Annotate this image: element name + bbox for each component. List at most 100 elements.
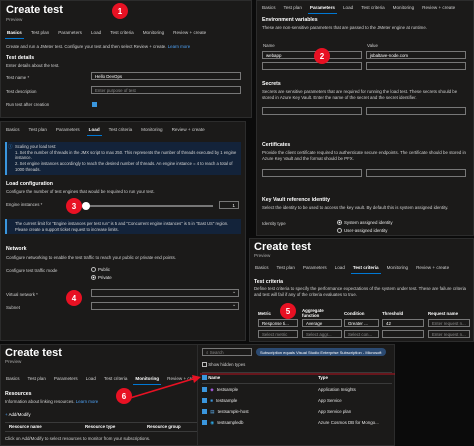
engine-slider[interactable] xyxy=(81,202,213,210)
virtual-network-dropdown[interactable] xyxy=(91,289,239,297)
subscription-filter-pill[interactable]: Subscription equals Visual Studio Enterp… xyxy=(256,348,386,356)
divider xyxy=(202,383,392,384)
tab-test-criteria[interactable]: Test criteria xyxy=(108,28,135,39)
tab-review-create[interactable]: Review + create xyxy=(171,28,208,39)
resource-row[interactable]: ▤ testsample-host App Service plan xyxy=(202,409,392,415)
traffic-private-radio[interactable]: Private xyxy=(91,275,112,281)
condition-dropdown[interactable]: Greater ... xyxy=(344,319,379,327)
tab-basics[interactable]: Basics xyxy=(4,125,22,136)
env-name-input[interactable]: webapp xyxy=(262,51,362,59)
select-all-checkbox[interactable] xyxy=(202,375,207,381)
test-name-input[interactable]: Hello DevOps xyxy=(91,72,241,80)
basics-panel: Create test Preview Basics Test plan Par… xyxy=(0,0,252,118)
subnet-dropdown[interactable] xyxy=(91,302,239,310)
scaling-info-box: Scaling your load test: 1. Set the numbe… xyxy=(5,142,241,175)
resource-row[interactable]: ◆ testsample Application Insights xyxy=(202,387,392,393)
row-checkbox[interactable] xyxy=(202,387,207,393)
traffic-public-radio[interactable]: Public xyxy=(91,267,110,273)
resources-heading: Resources xyxy=(5,391,32,397)
tab-review-create[interactable]: Review + create xyxy=(165,374,199,385)
identity-type-label: Identity type xyxy=(262,221,286,226)
condition-dropdown-empty[interactable]: Select con... xyxy=(344,330,379,338)
secret-value-input[interactable] xyxy=(366,107,466,115)
tab-review-create[interactable]: Review + create xyxy=(420,3,457,14)
request-name-input[interactable]: Enter request n... xyxy=(428,319,470,327)
tab-basics[interactable]: Basics xyxy=(260,3,278,14)
env-value-input[interactable]: jsbaltave-node.com xyxy=(366,51,466,59)
tab-parameters[interactable]: Parameters xyxy=(54,125,82,136)
identity-system-radio[interactable]: System assigned identity xyxy=(337,220,393,226)
name-column-header[interactable]: Name xyxy=(202,375,220,381)
run-after-creation-checkbox[interactable] xyxy=(92,102,97,107)
tab-load[interactable]: Load xyxy=(86,125,102,136)
tab-monitoring[interactable]: Monitoring xyxy=(141,28,166,39)
tab-test-plan[interactable]: Test plan xyxy=(275,263,297,274)
metric-dropdown[interactable]: Response ti... xyxy=(258,319,298,327)
tab-parameters[interactable]: Parameters xyxy=(52,374,80,385)
tab-parameters[interactable]: Parameters xyxy=(301,263,329,274)
tab-test-criteria[interactable]: Test criteria xyxy=(350,263,381,274)
tab-load[interactable]: Load xyxy=(84,374,98,385)
env-value-column: Value xyxy=(367,43,378,48)
tab-test-criteria[interactable]: Test criteria xyxy=(359,3,386,14)
certificate-name-input[interactable] xyxy=(262,169,362,177)
tab-review-create[interactable]: Review + create xyxy=(170,125,207,136)
certificate-value-input[interactable] xyxy=(366,169,466,177)
tab-monitoring[interactable]: Monitoring xyxy=(133,374,162,385)
tab-test-plan[interactable]: Test plan xyxy=(29,28,51,39)
run-after-creation-label: Run test after creation xyxy=(6,102,50,107)
tab-test-plan[interactable]: Test plan xyxy=(26,374,48,385)
tab-load[interactable]: Load xyxy=(333,263,347,274)
row-checkbox[interactable] xyxy=(202,398,207,404)
tab-load[interactable]: Load xyxy=(341,3,355,14)
tab-monitoring[interactable]: Monitoring xyxy=(391,3,416,14)
tab-test-plan[interactable]: Test plan xyxy=(27,125,49,136)
engine-instances-label: Engine instances * xyxy=(6,202,43,207)
row-checkbox[interactable] xyxy=(202,409,207,415)
plus-icon: + xyxy=(5,412,8,417)
tab-test-criteria[interactable]: Test criteria xyxy=(107,125,134,136)
engine-instances-input[interactable]: 1 xyxy=(219,201,239,209)
add-modify-button[interactable]: + Add/Modify xyxy=(5,412,31,417)
certificates-desc: Provide the client certificate required … xyxy=(262,150,466,161)
resource-row[interactable]: ◉ testsampledb Azure Cosmos DB for Mongo… xyxy=(202,420,392,426)
app-service-plan-icon: ▤ xyxy=(210,409,215,414)
slider-thumb[interactable] xyxy=(81,202,90,210)
aggregate-dropdown-empty[interactable]: Select aggr... xyxy=(302,330,342,338)
search-input[interactable]: ⌕ Search xyxy=(202,348,252,356)
tab-test-criteria[interactable]: Test criteria xyxy=(102,374,129,385)
tab-basics[interactable]: Basics xyxy=(5,28,24,39)
show-hidden-types-checkbox[interactable]: Show hidden types xyxy=(202,362,245,368)
subnet-label: Subnet xyxy=(6,305,20,310)
resource-row[interactable]: ■ testsample App Service xyxy=(202,398,392,404)
tab-monitoring[interactable]: Monitoring xyxy=(139,125,164,136)
test-details-desc: Enter details about the test. xyxy=(6,63,60,68)
divider xyxy=(5,422,197,423)
secret-name-input[interactable] xyxy=(262,107,362,115)
tab-load[interactable]: Load xyxy=(89,28,103,39)
metric-header: Metric xyxy=(258,311,271,316)
env-name-column: Name xyxy=(263,43,275,48)
callout-5: 5 xyxy=(280,303,296,319)
request-name-input-empty[interactable]: Enter request n... xyxy=(428,330,470,338)
tab-basics[interactable]: Basics xyxy=(253,263,271,274)
env-name-input-empty[interactable] xyxy=(262,62,362,70)
radio-empty-icon xyxy=(91,267,96,273)
tab-review-create[interactable]: Review + create xyxy=(414,263,451,274)
test-description-input[interactable]: Enter purpose of test xyxy=(91,86,241,94)
tab-parameters[interactable]: Parameters xyxy=(56,28,84,39)
env-value-input-empty[interactable] xyxy=(366,62,466,70)
identity-user-radio[interactable]: User-assigned identity xyxy=(337,228,387,234)
threshold-input[interactable]: 42 xyxy=(382,319,424,327)
metric-dropdown-empty[interactable]: Select metric xyxy=(258,330,298,338)
info-icon: ⓘ xyxy=(8,144,13,149)
aggregate-dropdown[interactable]: Average xyxy=(302,319,342,327)
tab-test-plan[interactable]: Test plan xyxy=(282,3,304,14)
learn-more-link[interactable]: Learn more xyxy=(168,44,190,49)
threshold-input-empty[interactable] xyxy=(382,330,424,338)
tab-basics[interactable]: Basics xyxy=(4,374,22,385)
row-checkbox[interactable] xyxy=(202,420,207,426)
tab-parameters[interactable]: Parameters xyxy=(307,3,337,14)
tab-monitoring[interactable]: Monitoring xyxy=(385,263,410,274)
learn-more-link[interactable]: Learn more xyxy=(76,399,98,404)
